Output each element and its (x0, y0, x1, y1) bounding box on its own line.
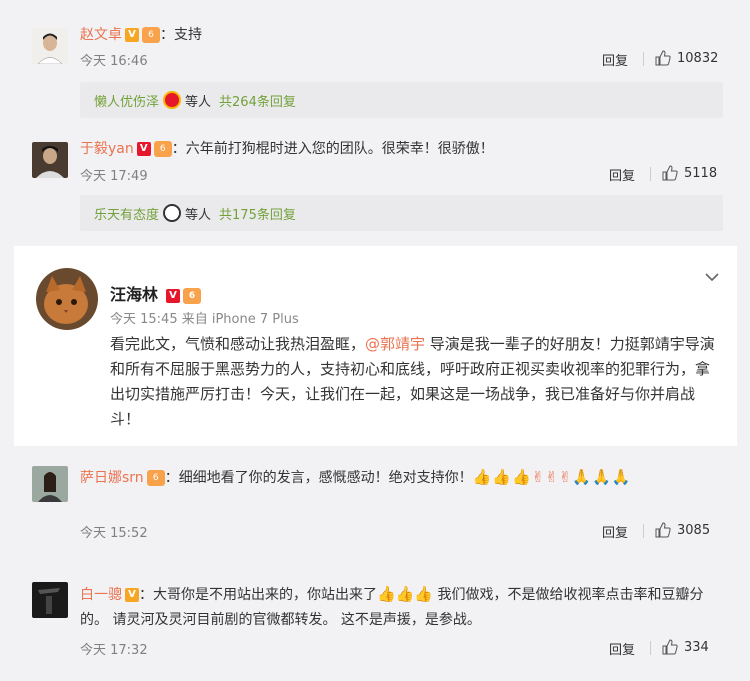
like-count: 3085 (677, 522, 711, 538)
emoji-row: 👍👍👍✌✌✌🙏🙏🙏 (472, 468, 632, 486)
author-name[interactable]: 汪海林 (110, 285, 158, 304)
comment-time: 今天 17:32 (80, 643, 148, 658)
comment-time: 今天 15:52 (80, 526, 148, 541)
verified-icon: V (166, 288, 181, 303)
like-count: 10832 (677, 50, 719, 66)
reply-button[interactable]: 回复 (602, 522, 628, 541)
divider (643, 52, 644, 66)
avatar[interactable] (32, 466, 68, 502)
avatar-image (36, 268, 98, 330)
comment-separator: ： (160, 27, 174, 43)
vip-icon: 6 (146, 470, 165, 486)
author-name[interactable]: 萨日娜srn (80, 470, 144, 486)
comment-author[interactable]: 白一骢 V ：大哥你是不用站出来的，你站出来了👍👍👍 我们做戏，不是做给收视率点击率… (80, 582, 730, 633)
reply-button[interactable]: 回复 (602, 50, 628, 69)
like-button[interactable]: 10832 (655, 50, 718, 66)
comment-item: 白一骢 V ：大哥你是不用站出来的，你站出来了👍👍👍 我们做戏，不是做给收视率点击率… (14, 566, 737, 672)
vip-icon: 6 (183, 287, 202, 304)
comment-item: 于毅yan V 6 ：六年前打狗棍时进入您的团队。很荣幸！很骄傲！ 今天 17:49 … (14, 128, 737, 200)
comment-panel-last: 白一骢 V ：大哥你是不用站出来的，你站出来了👍👍👍 我们做戏，不是做给收视率点击率… (14, 566, 737, 672)
verified-icon: V (125, 28, 139, 42)
like-button[interactable]: 5118 (662, 165, 717, 181)
reply-button[interactable]: 回复 (609, 165, 635, 184)
comment-item: 萨日娜srn 6 ：细细地看了你的发言，感慨感动！绝对支持你！👍👍👍✌✌✌🙏🙏🙏 今… (14, 450, 737, 552)
sub-replies-bar[interactable]: 懒人优伤泽 等人 共264条回复 (80, 82, 723, 118)
like-button[interactable]: 334 (662, 639, 709, 655)
avatar[interactable] (32, 28, 68, 64)
mention-link[interactable]: @郭靖宇 (365, 335, 425, 353)
sub-replies-bar[interactable]: 乐天有态度 等人 共175条回复 (80, 195, 723, 231)
thumbs-up-icon (662, 639, 678, 655)
sub-reply-etc: 等人 (185, 207, 212, 223)
sub-reply-user[interactable]: 懒人优伤泽 (94, 91, 159, 110)
comment-text: 六年前打狗棍时进入您的团队。很荣幸！很骄傲！ (185, 141, 494, 157)
sub-reply-user[interactable]: 乐天有态度 (94, 204, 159, 223)
comment-text: 细细地看了你的发言，感慨感动！绝对支持你！ (178, 470, 473, 486)
comment-text: 支持 (174, 27, 202, 43)
avatar-image (32, 28, 68, 64)
avatar-image (32, 142, 68, 178)
author-name[interactable]: 赵文卓 (80, 27, 122, 43)
comment-panel-top: 赵文卓 V 6 ：支持 今天 16:46 回复 10832 懒人优伤泽 等人 共264… (14, 10, 737, 242)
divider (650, 167, 651, 181)
comment-author[interactable]: 于毅yan V 6 ：六年前打狗棍时进入您的团队。很荣幸！很骄傲！ (80, 138, 494, 158)
comment-author[interactable]: 赵文卓 V 6 ：支持 (80, 24, 202, 44)
vip-icon: 6 (153, 141, 172, 157)
post-meta: 今天 15:45 来自 iPhone 7 Plus (110, 312, 299, 327)
sub-reply-total[interactable]: 共175条回复 (219, 204, 296, 223)
sub-reply-total[interactable]: 共264条回复 (219, 91, 296, 110)
weibo-logo-icon (163, 91, 182, 109)
comment-panel-bottom: 萨日娜srn 6 ：细细地看了你的发言，感慨感动！绝对支持你！👍👍👍✌✌✌🙏🙏🙏 今… (14, 450, 737, 552)
comment-author[interactable]: 萨日娜srn 6 ：细细地看了你的发言，感慨感动！绝对支持你！👍👍👍✌✌✌🙏🙏🙏 (80, 466, 720, 489)
panda-icon (163, 204, 182, 222)
avatar-image (32, 466, 68, 502)
avatar[interactable] (32, 582, 68, 618)
comment-time: 今天 16:46 (80, 54, 148, 69)
reply-button[interactable]: 回复 (609, 639, 635, 658)
comment-separator: ： (139, 587, 153, 603)
thumbs-up-icon (655, 50, 671, 66)
like-count: 5118 (684, 165, 718, 181)
weibo-post: 汪海林 V 6 今天 15:45 来自 iPhone 7 Plus 看完此文，气愤和… (14, 246, 737, 446)
author-name[interactable]: 于毅yan (80, 141, 134, 157)
verified-icon: V (136, 142, 151, 156)
post-body: 看完此文，气愤和感动让我热泪盈眶，@郭靖宇 导演是我一辈子的好朋友！力挺郭靖宇导… (110, 332, 720, 432)
like-count: 334 (684, 639, 709, 655)
vip-icon: 6 (142, 27, 160, 43)
post-avatar[interactable] (36, 268, 98, 330)
author-name[interactable]: 白一骢 (80, 587, 122, 603)
avatar[interactable] (32, 142, 68, 178)
comment-separator: ： (164, 470, 179, 486)
divider (643, 524, 644, 538)
thumbs-up-icon (662, 165, 678, 181)
comment-time: 今天 17:49 (80, 169, 148, 184)
chevron-down-icon[interactable] (703, 268, 721, 286)
divider (650, 641, 651, 655)
like-button[interactable]: 3085 (655, 522, 710, 538)
avatar-image (32, 582, 68, 618)
comment-item: 赵文卓 V 6 ：支持 今天 16:46 回复 10832 (14, 10, 737, 82)
comment-text: 大哥你是不用站出来的，你站出来了 (153, 587, 377, 603)
sub-reply-etc: 等人 (185, 94, 212, 110)
verified-icon: V (125, 588, 139, 602)
emoji-row: 👍👍👍 (377, 585, 434, 603)
post-author[interactable]: 汪海林 V 6 (110, 281, 202, 305)
comment-separator: ： (171, 141, 186, 157)
post-text-start: 看完此文，气愤和感动让我热泪盈眶， (110, 335, 366, 353)
thumbs-up-icon (655, 522, 671, 538)
